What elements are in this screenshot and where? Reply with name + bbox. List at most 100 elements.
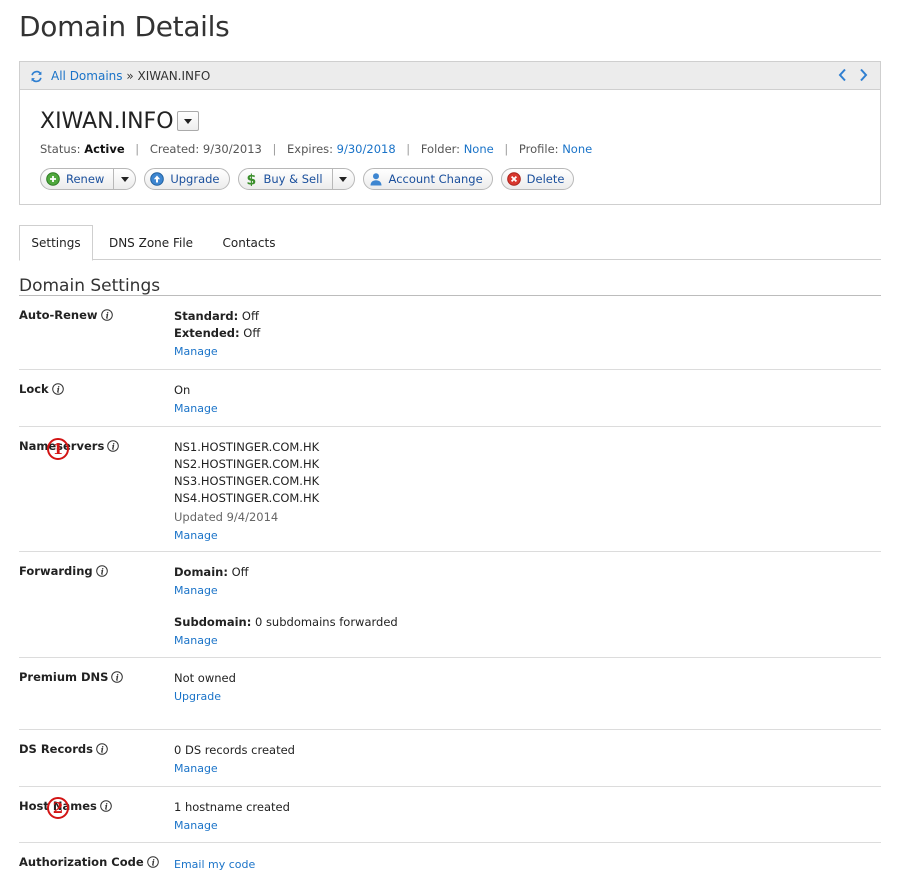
setting-label: Forwarding i — [19, 564, 108, 578]
divider: | — [272, 142, 277, 156]
ds-records-manage-link[interactable]: Manage — [174, 760, 218, 777]
extended-label: Extended: — [174, 326, 240, 340]
created-value: 9/30/2013 — [202, 142, 262, 156]
setting-value: Email my code — [174, 855, 255, 873]
folder-value-link[interactable]: None — [464, 142, 494, 156]
setting-row-ds-records: DS Records i 0 DS records created Manage — [19, 730, 881, 787]
profile-value-link[interactable]: None — [562, 142, 592, 156]
account-change-label: Account Change — [388, 172, 483, 186]
forwarding-domain-manage-link[interactable]: Manage — [174, 582, 218, 599]
nameserver-item: NS2.HOSTINGER.COM.HK — [174, 457, 320, 471]
forwarding-domain-label: Domain: — [174, 565, 228, 579]
delete-icon — [506, 172, 521, 186]
lock-value: On — [174, 383, 191, 397]
setting-label: Nameservers i — [19, 439, 120, 453]
divider: | — [406, 142, 411, 156]
dollar-icon: $ — [246, 173, 256, 187]
svg-text:i: i — [116, 672, 119, 682]
forwarding-domain-value: Off — [231, 565, 249, 579]
buy-sell-button[interactable]: $ Buy & Sell — [237, 168, 355, 190]
breadcrumb-current: XIWAN.INFO — [137, 69, 211, 83]
expires-value-link[interactable]: 9/30/2018 — [337, 142, 396, 156]
auth-code-label: Authorization Code — [19, 855, 144, 869]
renew-label: Renew — [66, 172, 105, 186]
info-icon[interactable]: i — [100, 309, 113, 321]
expires-label: Expires: — [287, 142, 334, 156]
setting-label: Authorization Code i — [19, 855, 159, 869]
created-label: Created: — [149, 142, 200, 156]
svg-text:i: i — [112, 441, 115, 451]
auto-renew-manage-link[interactable]: Manage — [174, 343, 218, 360]
chevron-down-icon — [120, 176, 129, 182]
setting-label: Lock i — [19, 382, 64, 396]
upgrade-icon — [150, 172, 165, 186]
info-icon[interactable]: i — [111, 671, 124, 683]
forwarding-subdomain-label: Subdomain: — [174, 615, 252, 629]
domain-summary-card: All Domains » XIWAN.INFO XIWAN.INFO Stat… — [19, 61, 881, 205]
section-title: Domain Settings — [19, 276, 161, 296]
delete-label: Delete — [526, 172, 565, 186]
tab-dns-zone-file[interactable]: DNS Zone File — [99, 225, 203, 260]
premium-dns-label: Premium DNS — [19, 670, 109, 684]
host-names-manage-link[interactable]: Manage — [174, 817, 218, 834]
page-title: Domain Details — [19, 10, 230, 43]
nameserver-item: NS4.HOSTINGER.COM.HK — [174, 491, 320, 505]
setting-row-authorization-code: Authorization Code i Email my code — [19, 843, 881, 878]
email-my-code-link[interactable]: Email my code — [174, 856, 255, 873]
premium-dns-upgrade-link[interactable]: Upgrade — [174, 688, 221, 705]
setting-row-nameservers: Nameservers i 1 NS1.HOSTINGER.COM.HK NS2… — [19, 427, 881, 552]
nameservers-manage-link[interactable]: Manage — [174, 527, 218, 544]
info-icon[interactable]: i — [107, 440, 120, 452]
setting-label: Auto-Renew i — [19, 308, 113, 322]
renew-button[interactable]: Renew — [40, 168, 137, 190]
status-label: Status: — [40, 142, 81, 156]
breadcrumb-all-domains-link[interactable]: All Domains — [51, 69, 123, 83]
chevron-right-icon[interactable] — [859, 68, 868, 82]
renew-icon — [46, 172, 60, 186]
divider: | — [504, 142, 509, 156]
upgrade-button[interactable]: Upgrade — [144, 168, 230, 190]
profile-label: Profile: — [518, 142, 559, 156]
renew-options-dropdown[interactable] — [113, 169, 135, 189]
domain-name-heading: XIWAN.INFO — [40, 109, 174, 134]
domain-status-line: Status: Active | Created: 9/30/2013 | Ex… — [40, 142, 592, 156]
upgrade-label: Upgrade — [170, 172, 220, 186]
chevron-left-icon[interactable] — [838, 68, 847, 82]
setting-row-lock: Lock i On Manage — [19, 370, 881, 427]
domain-actions: Renew Upgrade $ Buy & Sell Account Chang… — [40, 168, 575, 190]
account-change-button[interactable]: Account Change — [362, 168, 493, 190]
domain-menu-dropdown[interactable] — [177, 111, 199, 131]
lock-manage-link[interactable]: Manage — [174, 400, 218, 417]
tab-settings[interactable]: Settings — [19, 225, 93, 261]
setting-row-auto-renew: Auto-Renew i Standard: Off Extended: Off… — [19, 296, 881, 370]
setting-label: DS Records i — [19, 742, 108, 756]
buy-sell-label: Buy & Sell — [263, 172, 323, 186]
setting-value: Not owned Upgrade — [174, 670, 236, 705]
host-names-value: 1 hostname created — [174, 800, 290, 814]
auto-renew-label: Auto-Renew — [19, 308, 98, 322]
chevron-down-icon — [339, 176, 348, 182]
card-header: All Domains » XIWAN.INFO — [20, 62, 880, 90]
info-icon[interactable]: i — [96, 743, 108, 755]
chevron-down-icon — [184, 118, 192, 124]
premium-dns-value: Not owned — [174, 671, 236, 685]
annotation-marker-2: 2 — [47, 797, 69, 819]
info-icon[interactable]: i — [100, 800, 112, 812]
info-icon[interactable]: i — [51, 383, 64, 395]
delete-button[interactable]: Delete — [500, 168, 575, 190]
user-icon — [370, 173, 382, 186]
info-icon[interactable]: i — [95, 565, 108, 577]
setting-value: 0 DS records created Manage — [174, 742, 295, 777]
refresh-icon[interactable] — [30, 70, 43, 83]
forwarding-subdomain-value: 0 subdomains forwarded — [254, 615, 398, 629]
svg-text:i: i — [105, 310, 108, 320]
setting-value: Standard: Off Extended: Off Manage — [174, 308, 260, 360]
tab-contacts[interactable]: Contacts — [209, 225, 289, 260]
buy-sell-options-dropdown[interactable] — [331, 169, 354, 189]
annotation-marker-1: 1 — [47, 438, 69, 460]
domain-tabs: Settings DNS Zone File Contacts — [19, 225, 881, 261]
ds-records-label: DS Records — [19, 742, 93, 756]
info-icon[interactable]: i — [146, 856, 159, 868]
svg-text:i: i — [151, 857, 154, 867]
forwarding-subdomain-manage-link[interactable]: Manage — [174, 632, 218, 649]
